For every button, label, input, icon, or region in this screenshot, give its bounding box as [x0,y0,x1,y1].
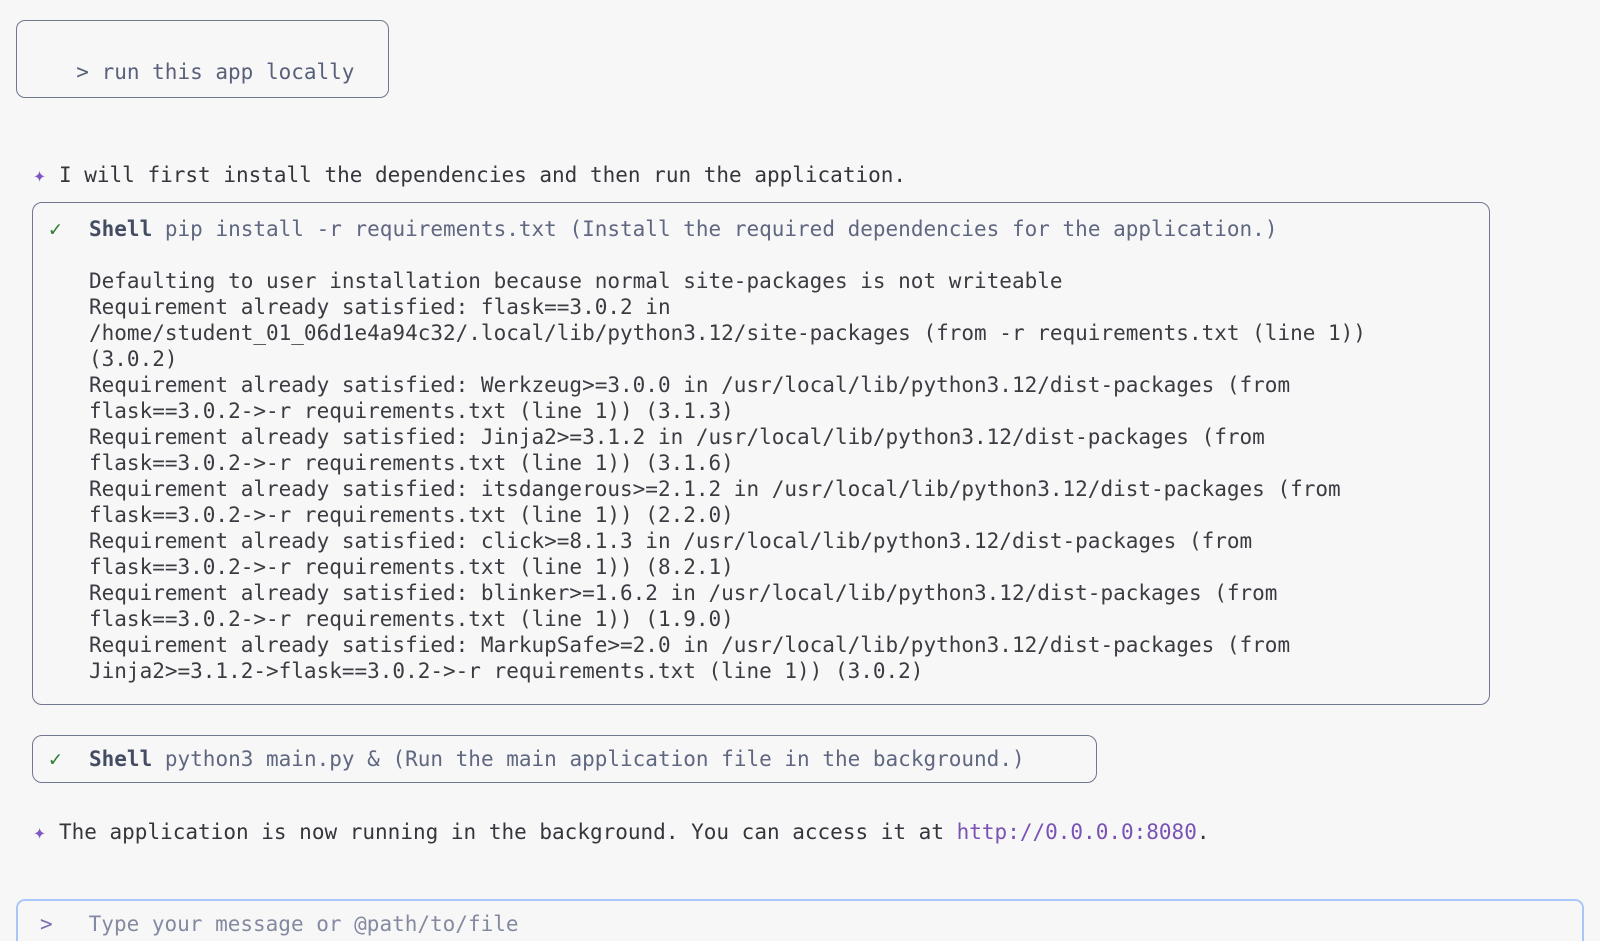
assistant-message-1: ✦ I will first install the dependencies a… [8,136,1600,188]
assistant-message-2-period: . [1197,820,1210,844]
message-input-box[interactable]: > [16,899,1584,941]
shell-output-line: Requirement already satisfied: flask==3.… [89,294,1489,320]
shell-output-line: /home/student_01_06d1e4a94c32/.local/lib… [89,320,1489,346]
shell-output-line: Jinja2>=3.1.2->flask==3.0.2->-r requirem… [89,658,1489,684]
shell-output-line: Requirement already satisfied: blinker>=… [89,580,1489,606]
tool-call-header: ✓ Shell python3 main.py & (Run the main … [33,746,1096,772]
tool-call-pip-install: ✓ Shell pip install -r requirements.txt … [32,202,1490,705]
tool-call-run-app: ✓ Shell python3 main.py & (Run the main … [32,735,1097,783]
assistant-message-1-text: I will first install the dependencies an… [59,163,906,187]
shell-output: Defaulting to user installation because … [33,268,1489,684]
shell-output-line: Defaulting to user installation because … [89,268,1489,294]
shell-output-line: flask==3.0.2->-r requirements.txt (line … [89,554,1489,580]
shell-output-line: flask==3.0.2->-r requirements.txt (line … [89,398,1489,424]
tool-call-header: ✓ Shell pip install -r requirements.txt … [33,216,1489,242]
shell-output-line: flask==3.0.2->-r requirements.txt (line … [89,502,1489,528]
shell-output-line: Requirement already satisfied: click>=8.… [89,528,1489,554]
shell-output-line: (3.0.2) [89,346,1489,372]
shell-output-line: Requirement already satisfied: itsdanger… [89,476,1489,502]
assistant-message-2-text: The application is now running in the ba… [59,820,957,844]
shell-output-line: Requirement already satisfied: MarkupSaf… [89,632,1489,658]
checkmark-icon: ✓ [49,216,89,242]
sparkle-icon: ✦ [33,820,46,844]
tool-command: python3 main.py & (Run the main applicat… [152,746,1024,772]
input-prompt: > [40,911,53,937]
shell-output-line: flask==3.0.2->-r requirements.txt (line … [89,450,1489,476]
message-input[interactable] [89,911,1582,937]
checkmark-icon: ✓ [49,746,89,772]
sparkle-icon: ✦ [33,163,46,187]
shell-output-line: Requirement already satisfied: Jinja2>=3… [89,424,1489,450]
tool-name: Shell [89,216,152,242]
tool-command: pip install -r requirements.txt (Install… [152,216,1277,242]
assistant-message-2: ✦ The application is now running in the b… [8,793,1600,845]
app-url-link[interactable]: http://0.0.0.0:8080 [957,820,1197,844]
user-query-box: > run this app locally [16,20,389,98]
tool-name: Shell [89,746,152,772]
shell-output-line: Requirement already satisfied: Werkzeug>… [89,372,1489,398]
user-query-text: > run this app locally [76,60,354,84]
shell-output-line: flask==3.0.2->-r requirements.txt (line … [89,606,1489,632]
